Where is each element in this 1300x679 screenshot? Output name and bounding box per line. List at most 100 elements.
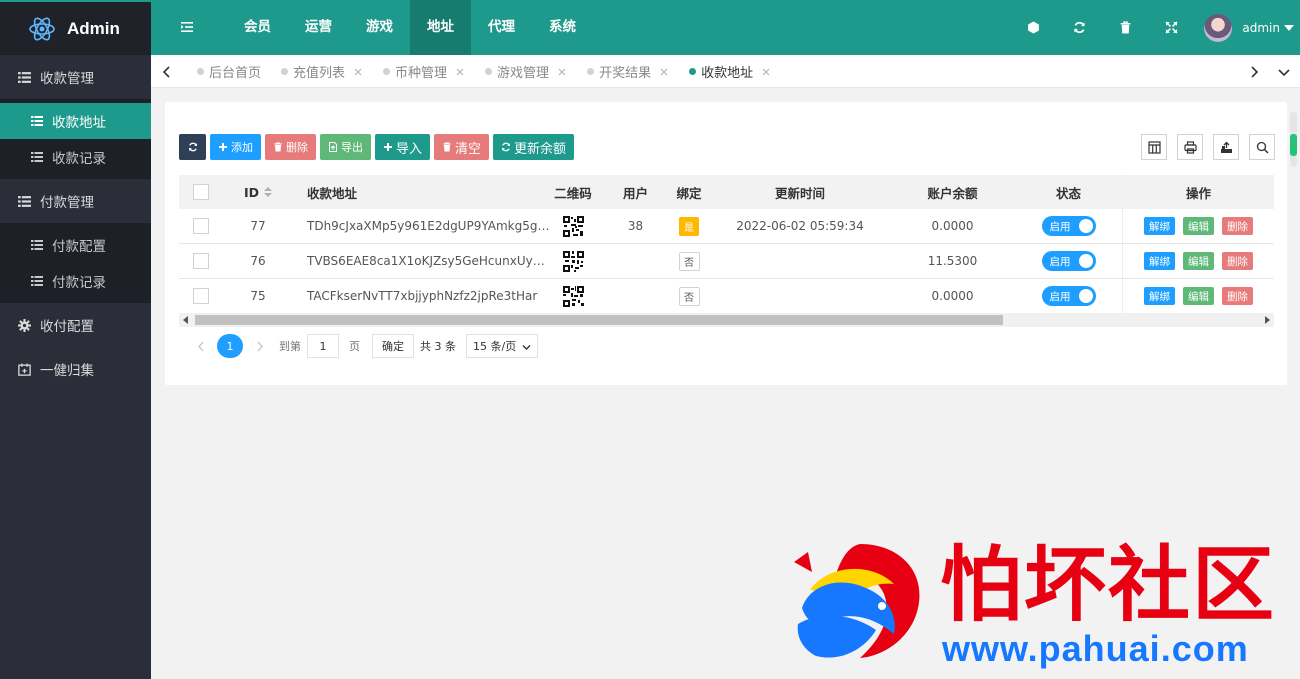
export-table-button[interactable]	[1213, 134, 1239, 160]
tab-lottery-results[interactable]: 开奖结果	[577, 55, 679, 88]
tab-home[interactable]: 后台首页	[187, 55, 271, 88]
table-row: 77 TDh9cJxaXMp5y961E2dgUP9YAmkg5g… 38 是 …	[179, 209, 1274, 244]
close-icon[interactable]	[761, 67, 771, 77]
tab-label: 收款地址	[701, 66, 754, 81]
user-menu[interactable]: admin	[1194, 0, 1300, 55]
sidebar: 收款管理 收款地址 收款记录 付款管理 付款配置 付款记录 收付配置 一健归集	[0, 55, 151, 679]
search-button[interactable]	[1249, 134, 1275, 160]
scroll-right-arrow-icon[interactable]	[1265, 316, 1270, 324]
delete-row-button[interactable]: 删除	[1222, 252, 1253, 270]
clear-button[interactable]: 清空	[434, 134, 490, 160]
page-jump-confirm-button[interactable]: 确定	[372, 334, 414, 358]
cube-button[interactable]	[1010, 0, 1056, 55]
close-icon[interactable]	[455, 67, 465, 77]
sidebar-item-receive-records[interactable]: 收款记录	[0, 139, 151, 175]
sidebar-group-settings[interactable]: 收付配置	[0, 303, 151, 347]
sidebar-group-collect[interactable]: 一健归集	[0, 347, 151, 391]
header-address: 收款地址	[307, 185, 358, 201]
edit-button[interactable]: 编辑	[1183, 252, 1214, 270]
refresh-button[interactable]	[1056, 0, 1102, 55]
close-icon[interactable]	[557, 67, 567, 77]
cell-id: 75	[250, 289, 266, 303]
clear-cache-button[interactable]	[1102, 0, 1148, 55]
header-id[interactable]: ID	[223, 185, 293, 200]
fullscreen-button[interactable]	[1148, 0, 1194, 55]
top-nav-item-operation[interactable]: 运营	[288, 0, 349, 55]
page-current[interactable]: 1	[217, 334, 243, 358]
page-size-select[interactable]: 15 条/页	[466, 334, 538, 358]
toggle-knob	[1078, 289, 1093, 303]
top-nav-item-member[interactable]: 会员	[227, 0, 288, 55]
sidebar-item-receive-address[interactable]: 收款地址	[0, 103, 151, 139]
header-qr: 二维码	[554, 185, 592, 201]
header-updated: 更新时间	[774, 185, 825, 201]
scrollbar-thumb[interactable]	[195, 315, 1003, 325]
unbind-button[interactable]: 解绑	[1144, 252, 1175, 270]
page-jump-input[interactable]	[307, 334, 339, 358]
cell-ops: 解绑 编辑 删除	[1122, 209, 1274, 243]
select-all-checkbox[interactable]	[193, 184, 209, 200]
sidebar-item-payment-config[interactable]: 付款配置	[0, 227, 151, 263]
top-nav-item-address[interactable]: 地址	[410, 0, 471, 55]
sort-icon[interactable]	[264, 187, 273, 197]
edit-button[interactable]: 编辑	[1183, 287, 1214, 305]
tab-recharge-list[interactable]: 充值列表	[271, 55, 373, 88]
delete-button[interactable]: 删除	[265, 134, 316, 160]
horizontal-scrollbar[interactable]	[179, 313, 1274, 327]
update-balance-button[interactable]: 更新余额	[493, 134, 575, 160]
sidebar-submenu-payment: 付款配置 付款记录	[0, 223, 151, 303]
delete-row-button[interactable]: 删除	[1222, 287, 1253, 305]
tab-currency[interactable]: 币种管理	[373, 55, 475, 88]
chevron-down-icon	[1278, 68, 1290, 76]
tab-game-manage[interactable]: 游戏管理	[475, 55, 577, 88]
sidebar-item-label: 付款记录	[52, 275, 106, 291]
chevron-right-icon	[257, 341, 263, 351]
menu-toggle-icon[interactable]	[178, 18, 196, 36]
delete-row-button[interactable]: 删除	[1222, 217, 1253, 235]
unbind-button[interactable]: 解绑	[1144, 217, 1175, 235]
page-scroll-indicator[interactable]	[1290, 112, 1297, 167]
next-page-button[interactable]	[245, 341, 273, 352]
qr-code-icon[interactable]	[562, 215, 584, 237]
top-nav-item-agent[interactable]: 代理	[471, 0, 532, 55]
sidebar-group-receive[interactable]: 收款管理	[0, 55, 151, 99]
export-button[interactable]: 导出	[320, 134, 371, 160]
refresh-icon	[502, 142, 511, 152]
status-toggle[interactable]: 启用	[1041, 251, 1096, 271]
sidebar-submenu-receive: 收款地址 收款记录	[0, 99, 151, 179]
unbind-button[interactable]: 解绑	[1144, 287, 1175, 305]
brand-name: Admin	[67, 18, 120, 38]
tab-menu-dropdown[interactable]	[1268, 55, 1300, 88]
logo[interactable]: Admin	[0, 0, 151, 55]
add-button[interactable]: 添加	[210, 134, 261, 160]
close-icon[interactable]	[353, 67, 363, 77]
row-checkbox[interactable]	[193, 288, 209, 304]
tab-scroll-left[interactable]	[151, 55, 183, 88]
columns-button[interactable]	[1141, 134, 1167, 160]
refresh-button[interactable]	[179, 134, 206, 160]
button-label: 删除	[286, 141, 308, 154]
table-row: 75 TACFkserNvTT7xbjjyphNzfz2jpRe3tHar 否 …	[179, 279, 1274, 314]
cell-address: TACFkserNvTT7xbjjyphNzfz2jpRe3tHar	[307, 289, 538, 303]
address-table: ID 收款地址 二维码 用户 绑定 更新时间 账户余额 状态 操作 77 TDh…	[179, 175, 1274, 314]
qr-code-icon[interactable]	[562, 250, 584, 272]
close-icon[interactable]	[659, 67, 669, 77]
sidebar-group-payment[interactable]: 付款管理	[0, 179, 151, 223]
scroll-left-arrow-icon[interactable]	[183, 316, 188, 324]
print-button[interactable]	[1177, 134, 1203, 160]
tab-scroll-right[interactable]	[1238, 55, 1270, 88]
row-checkbox[interactable]	[193, 253, 209, 269]
cell-id: 76	[250, 254, 266, 268]
row-checkbox[interactable]	[193, 218, 209, 234]
import-button[interactable]: 导入	[375, 134, 431, 160]
status-toggle[interactable]: 启用	[1041, 286, 1096, 306]
top-nav-item-system[interactable]: 系统	[532, 0, 593, 55]
cell-id: 77	[250, 219, 266, 233]
prev-page-button[interactable]	[187, 341, 215, 352]
edit-button[interactable]: 编辑	[1183, 217, 1214, 235]
status-toggle[interactable]: 启用	[1041, 216, 1096, 236]
tab-receive-address[interactable]: 收款地址	[679, 55, 781, 88]
top-nav-item-game[interactable]: 游戏	[349, 0, 410, 55]
qr-code-icon[interactable]	[562, 285, 584, 307]
sidebar-item-payment-records[interactable]: 付款记录	[0, 263, 151, 299]
